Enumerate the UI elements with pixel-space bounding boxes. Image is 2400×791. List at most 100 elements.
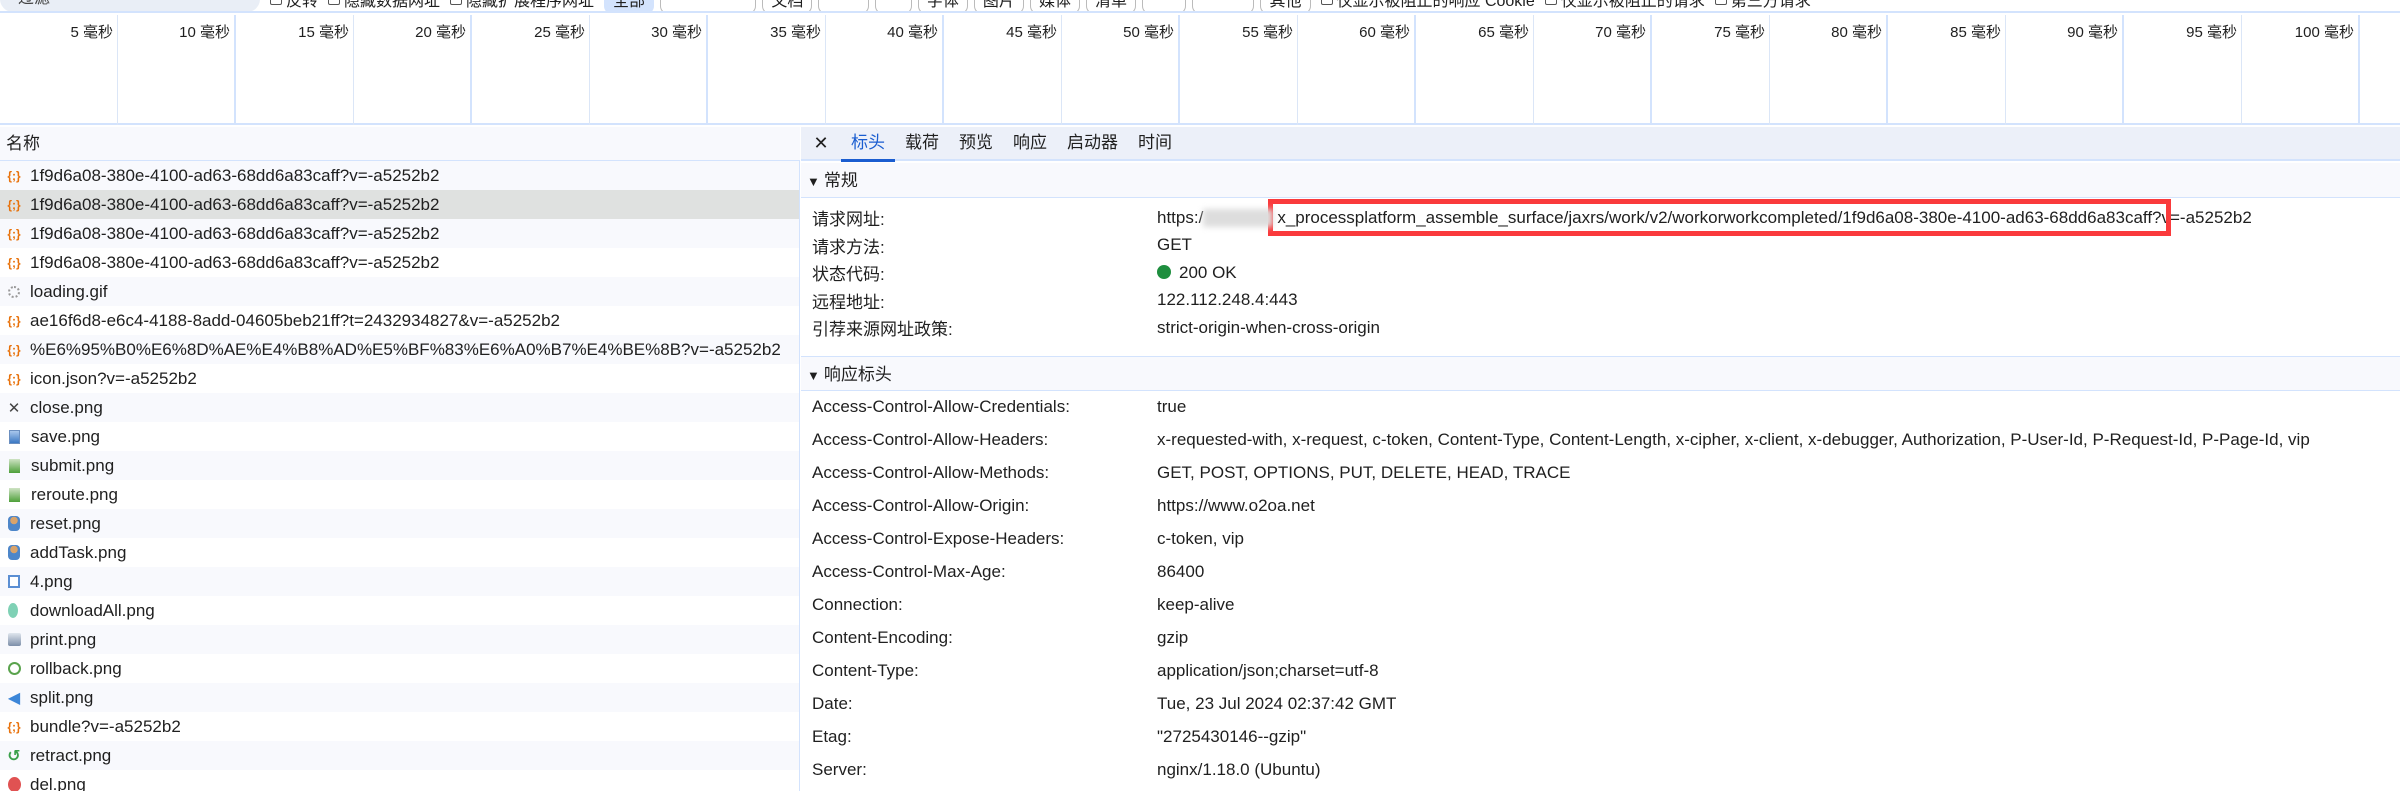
waterfall-overview[interactable]: 5 毫秒 10 毫秒 15 毫秒 20 毫秒 25 毫秒 30 毫秒 35 毫秒 40 毫秒 4…	[0, 15, 2400, 125]
request-row[interactable]: save.png	[0, 422, 799, 451]
tick-label: 25 毫秒	[534, 24, 585, 41]
tick-label: 30 毫秒	[651, 24, 702, 41]
blocked-cookies-checkbox[interactable]: 仅显示被阻止的响应 Cookie	[1320, 0, 1535, 11]
request-row[interactable]: {;} 1f9d6a08-380e-4100-ad63-68dd6a83caff?…	[0, 161, 799, 190]
name-column-header[interactable]: 名称	[0, 127, 800, 161]
request-row[interactable]: loading.gif	[0, 277, 799, 306]
request-name: 1f9d6a08-380e-4100-ad63-68dd6a83caff?v=-…	[30, 194, 440, 214]
timeline-tick: 20 毫秒	[354, 15, 472, 125]
hide-ext-urls-checkbox[interactable]: 隐藏扩展程序网址	[450, 0, 594, 11]
request-row[interactable]: downloadAll.png	[0, 596, 799, 625]
request-row[interactable]: ↺ retract.png	[0, 741, 799, 770]
request-row[interactable]: {;} icon.json?v=-a5252b2	[0, 364, 799, 393]
timeline-tick: 50 毫秒	[1062, 15, 1180, 125]
request-row[interactable]: reroute.png	[0, 480, 799, 509]
type-filter-chip[interactable]: 其他	[1260, 0, 1311, 11]
request-name: 1f9d6a08-380e-4100-ad63-68dd6a83caff?v=-…	[30, 223, 440, 243]
type-filter-chip[interactable]: 媒体	[1029, 0, 1080, 11]
tab-1[interactable]: 载荷	[895, 126, 949, 160]
tab-0[interactable]: 标头	[841, 126, 895, 162]
value: 122.112.248.4:443	[1157, 290, 1298, 310]
timeline-tick: 80 毫秒	[1770, 15, 1888, 125]
tick-label: 95 毫秒	[2186, 24, 2237, 41]
type-filter-chip[interactable]: JS	[875, 0, 912, 11]
request-name: print.png	[30, 629, 97, 649]
tab-2[interactable]: 预览	[949, 126, 1003, 160]
tick-label: 40 毫秒	[887, 24, 938, 41]
hide-data-urls-checkbox[interactable]: 隐藏数据网址	[328, 0, 440, 11]
request-row[interactable]: ◀ split.png	[0, 683, 799, 712]
request-list[interactable]: {;} 1f9d6a08-380e-4100-ad63-68dd6a83caff?…	[0, 161, 800, 791]
response-header-row: Etag: "2725430146--gzip"	[801, 721, 2400, 754]
type-filter-chip[interactable]: Fetch/XHR	[660, 0, 757, 11]
tab-5[interactable]: 时间	[1128, 126, 1182, 160]
type-filter-chip[interactable]: 图片	[973, 0, 1024, 11]
request-row[interactable]: {;} bundle?v=-a5252b2	[0, 712, 799, 741]
response-header-row: Date: Tue, 23 Jul 2024 02:37:42 GMT	[801, 688, 2400, 721]
header-value: gzip	[1157, 628, 1189, 647]
triangle-down-icon: ▼	[807, 367, 820, 383]
request-row[interactable]: 4.png	[0, 567, 799, 596]
request-url-row: 请求网址: https:/ x_processplatform_assemble_s…	[801, 198, 2400, 236]
request-row[interactable]: addTask.png	[0, 538, 799, 567]
header-name: Access-Control-Allow-Methods:	[812, 463, 1050, 482]
label: 请求网址:	[812, 210, 885, 230]
type-filter-chip[interactable]: CSS	[818, 0, 870, 11]
filter-input[interactable]: 过滤	[0, 0, 260, 11]
request-row[interactable]: {;} %E6%95%B0%E6%8D%AE%E4%B8%AD%E5%BF%83%…	[0, 335, 799, 364]
request-row[interactable]: reset.png	[0, 509, 799, 538]
request-row[interactable]: rollback.png	[0, 654, 799, 683]
section-title: 响应标头	[823, 364, 892, 384]
request-row[interactable]: print.png	[0, 625, 799, 654]
drop-file-icon	[8, 603, 18, 618]
request-name: icon.json?v=-a5252b2	[30, 368, 197, 388]
response-headers-section-header[interactable]: ▼ 响应标头	[801, 355, 2400, 391]
blocked-requests-checkbox[interactable]: 仅显示被阻止的请求	[1544, 0, 1705, 11]
request-row[interactable]: del.png	[0, 770, 799, 791]
request-row[interactable]: ✕ close.png	[0, 393, 799, 422]
type-filter-chip[interactable]: 全部	[604, 0, 655, 11]
hide-ext-urls-label: 隐藏扩展程序网址	[466, 0, 595, 10]
person-file-icon	[8, 516, 20, 531]
timeline-tick: 55 毫秒	[1180, 15, 1298, 125]
request-row[interactable]: {;} 1f9d6a08-380e-4100-ad63-68dd6a83caff?…	[0, 219, 799, 248]
request-name: ae16f6d8-e6c4-4188-8add-04605beb21ff?t=2…	[30, 310, 560, 330]
img-file-icon	[9, 429, 20, 444]
request-name: 4.png	[30, 571, 73, 591]
request-row[interactable]: {;} 1f9d6a08-380e-4100-ad63-68dd6a83caff?…	[0, 248, 799, 277]
type-filter-chip[interactable]: WS	[1141, 0, 1186, 11]
third-party-label: 第三方请求	[1730, 0, 1811, 10]
request-name: bundle?v=-a5252b2	[30, 716, 181, 736]
type-filter-chip[interactable]: 清单	[1085, 0, 1136, 11]
type-filter-chip[interactable]: 字体	[917, 0, 968, 11]
request-row[interactable]: {;} 1f9d6a08-380e-4100-ad63-68dd6a83caff?…	[0, 190, 799, 219]
timeline-tick: 10 毫秒	[118, 15, 236, 125]
third-party-checkbox[interactable]: 第三方请求	[1714, 0, 1811, 11]
label: 引荐来源网址政策:	[812, 320, 953, 340]
timeline-tick: 5 毫秒	[0, 15, 118, 125]
triangle-down-icon: ▼	[807, 174, 820, 189]
header-value: "2725430146--gzip"	[1157, 727, 1307, 746]
type-filter-chip[interactable]: Wasm	[1191, 0, 1255, 11]
tick-label: 35 毫秒	[770, 24, 821, 41]
tab-3[interactable]: 响应	[1003, 126, 1057, 160]
timeline-tick: 60 毫秒	[1298, 15, 1416, 125]
invert-checkbox[interactable]: 反转	[270, 0, 318, 11]
label: 远程地址:	[812, 292, 885, 312]
request-url-value: https:/ x_processplatform_assemble_surfac…	[1157, 198, 2252, 236]
person-file-icon	[8, 545, 20, 560]
tab-4[interactable]: 启动器	[1057, 126, 1128, 160]
header-name: Access-Control-Max-Age:	[812, 562, 1006, 581]
type-filter-chip[interactable]: 文档	[762, 0, 813, 11]
timeline-tick: 95 毫秒	[2124, 15, 2242, 125]
green-file-icon	[9, 487, 20, 502]
request-row[interactable]: {;} ae16f6d8-e6c4-4188-8add-04605beb21ff?…	[0, 306, 799, 335]
general-section-header[interactable]: ▼ 常规	[801, 163, 2400, 198]
request-row[interactable]: submit.png	[0, 451, 799, 480]
json-file-icon: {;}	[7, 719, 21, 734]
timeline-tick: 70 毫秒	[1534, 15, 1652, 125]
close-icon[interactable]: ✕	[801, 133, 841, 154]
timeline-tick: 90 毫秒	[2006, 15, 2124, 125]
json-file-icon: {;}	[7, 313, 21, 328]
response-header-row: Access-Control-Allow-Headers: x-requested…	[801, 424, 2400, 457]
